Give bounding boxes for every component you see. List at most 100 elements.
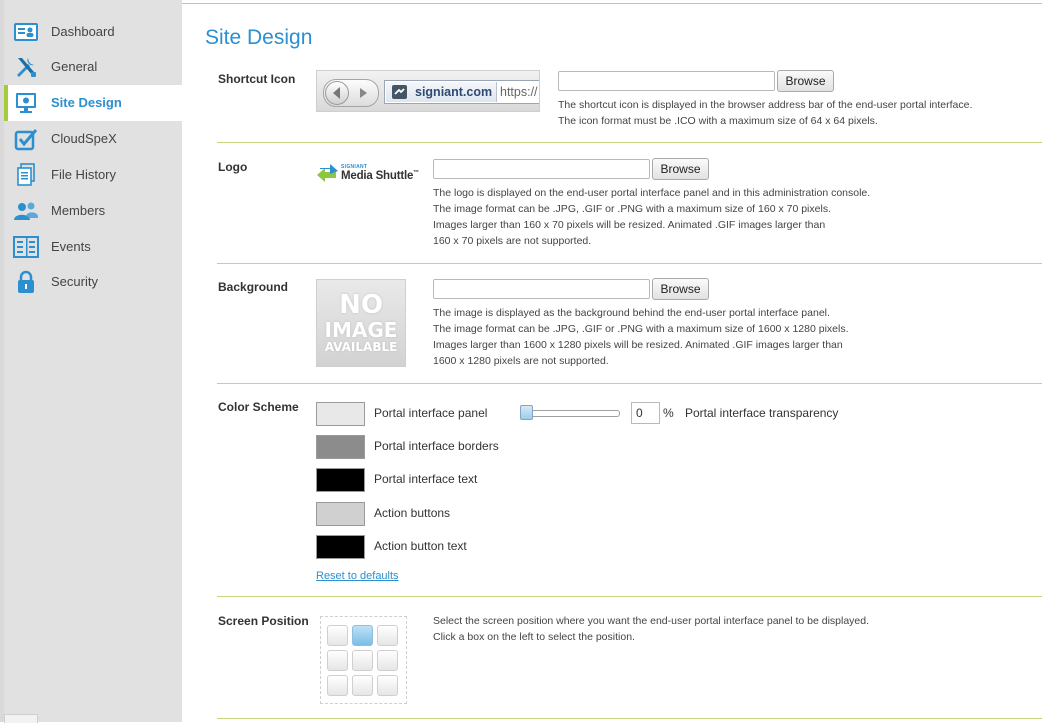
color-swatch-action-buttons[interactable] xyxy=(316,502,365,526)
sidebar-item-label: File History xyxy=(51,167,117,182)
placeholder-text: IMAGE xyxy=(324,318,398,342)
desc-line: 160 x 70 pixels are not supported. xyxy=(433,235,592,247)
logo-file-field[interactable] xyxy=(433,159,650,179)
color-label-panel: Portal interface panel xyxy=(374,406,488,420)
preview-domain: signiant.com xyxy=(415,85,493,99)
section-label-background: Background xyxy=(218,280,289,294)
desc-line: The icon format must be .ICO with a maxi… xyxy=(558,115,878,127)
no-image-placeholder: NO IMAGE AVAILABLE xyxy=(316,279,406,367)
site-identity: signiant.com xyxy=(386,82,497,102)
shortcut-icon-browse-button[interactable]: Browse xyxy=(777,70,834,92)
color-label-action-buttons: Action buttons xyxy=(374,506,451,520)
reset-to-defaults-link[interactable]: Reset to defaults xyxy=(316,570,399,582)
active-indicator xyxy=(4,85,8,121)
color-label-borders: Portal interface borders xyxy=(374,439,499,453)
desc-line: The image is displayed as the background… xyxy=(433,307,830,319)
screen-position-grid xyxy=(320,616,407,704)
color-swatch-borders[interactable] xyxy=(316,435,365,459)
monitor-icon xyxy=(13,91,39,115)
back-arrow-icon xyxy=(325,81,349,105)
browser-nav-buttons xyxy=(323,79,379,107)
logo-trademark: ™ xyxy=(413,170,419,177)
section-label-color-scheme: Color Scheme xyxy=(218,400,299,414)
desc-line: Click a box on the left to select the po… xyxy=(433,631,635,643)
sidebar-item-label: Security xyxy=(51,274,98,289)
logo-product-name: Media Shuttle xyxy=(341,170,414,182)
section-divider xyxy=(217,383,1042,384)
screen-position-cell[interactable] xyxy=(327,650,348,671)
sidebar-item-label: CloudSpeX xyxy=(51,131,117,146)
screen-position-cell[interactable] xyxy=(327,625,348,646)
desc-line: Select the screen position where you wan… xyxy=(433,615,870,627)
background-description: The image is displayed as the background… xyxy=(433,305,849,369)
placeholder-text: AVAILABLE xyxy=(324,340,398,354)
tools-icon xyxy=(13,55,39,79)
section-divider xyxy=(217,142,1042,143)
sidebar-item-label: Site Design xyxy=(51,95,122,110)
screen-position-cell[interactable] xyxy=(352,675,373,696)
screen-position-cell[interactable] xyxy=(377,625,398,646)
color-label-action-button-text: Action button text xyxy=(374,539,467,553)
sidebar-item-file-history[interactable]: File History xyxy=(4,157,182,193)
sidebar: Dashboard General Site Design CloudSpeX … xyxy=(0,0,182,723)
desc-line: Images larger than 160 x 70 pixels will … xyxy=(433,219,826,231)
desc-line: 1600 x 1280 pixels are not supported. xyxy=(433,355,609,367)
section-divider xyxy=(217,596,1042,597)
section-label-logo: Logo xyxy=(218,160,248,174)
shortcut-icon-preview: signiant.com https:// xyxy=(316,70,540,112)
screen-position-description: Select the screen position where you wan… xyxy=(433,613,869,645)
screen-position-cell[interactable] xyxy=(352,625,373,646)
sidebar-item-security[interactable]: Security xyxy=(4,264,182,300)
sidebar-item-label: General xyxy=(51,59,98,74)
sidebar-item-cloudspex[interactable]: CloudSpeX xyxy=(4,121,182,157)
section-divider xyxy=(217,718,1042,719)
background-file-field[interactable] xyxy=(433,279,650,299)
top-divider xyxy=(182,3,1042,4)
address-bar: signiant.com https:// xyxy=(384,80,539,104)
desc-line: The image format can be .JPG, .GIF or .P… xyxy=(433,203,831,215)
logo-description: The logo is displayed on the end-user po… xyxy=(433,185,870,249)
transparency-slider-handle[interactable] xyxy=(520,405,533,420)
sidebar-item-members[interactable]: Members xyxy=(4,193,182,229)
checkbox-icon xyxy=(13,127,39,151)
color-swatch-text[interactable] xyxy=(316,468,365,492)
placeholder-text: NO xyxy=(339,290,383,320)
document-history-icon xyxy=(13,163,39,187)
sidebar-item-site-design[interactable]: Site Design xyxy=(4,85,182,121)
logo-product-text: Media Shuttle™ xyxy=(341,170,419,182)
favicon-icon xyxy=(392,85,407,99)
screen-position-cell[interactable] xyxy=(352,650,373,671)
screen-position-cell[interactable] xyxy=(377,675,398,696)
color-swatch-action-button-text[interactable] xyxy=(316,535,365,559)
desc-line: The logo is displayed on the end-user po… xyxy=(433,187,871,199)
sidebar-item-events[interactable]: Events xyxy=(4,229,182,265)
sidebar-item-label: Dashboard xyxy=(51,24,115,39)
page-title: Site Design xyxy=(205,26,313,49)
screen-position-cell[interactable] xyxy=(327,675,348,696)
sidebar-item-general[interactable]: General xyxy=(4,49,182,85)
desc-line: The shortcut icon is displayed in the br… xyxy=(558,99,973,111)
shortcut-icon-description: The shortcut icon is displayed in the br… xyxy=(558,97,972,129)
section-divider xyxy=(217,263,1042,264)
sidebar-item-label: Members xyxy=(51,203,106,218)
shortcut-icon-file-field[interactable] xyxy=(558,71,775,91)
events-list-icon xyxy=(13,235,39,259)
color-swatch-panel[interactable] xyxy=(316,402,365,426)
desc-line: Images larger than 1600 x 1280 pixels wi… xyxy=(433,339,843,351)
section-label-shortcut-icon: Shortcut Icon xyxy=(218,72,296,86)
sidebar-item-dashboard[interactable]: Dashboard xyxy=(4,14,182,50)
lock-icon xyxy=(13,270,39,294)
users-icon xyxy=(13,199,39,223)
preview-url: https:// xyxy=(500,85,538,99)
dashboard-icon xyxy=(13,20,39,44)
color-label-text: Portal interface text xyxy=(374,472,478,486)
transparency-label: Portal interface transparency xyxy=(685,406,839,420)
transparency-slider-track[interactable] xyxy=(520,410,620,417)
logo-browse-button[interactable]: Browse xyxy=(652,158,709,180)
percent-sign: % xyxy=(663,406,674,420)
screen-position-cell[interactable] xyxy=(377,650,398,671)
desc-line: The image format can be .JPG, .GIF or .P… xyxy=(433,323,849,335)
forward-arrow-icon xyxy=(360,88,367,98)
background-browse-button[interactable]: Browse xyxy=(652,278,709,300)
transparency-input[interactable]: 0 xyxy=(631,402,660,424)
